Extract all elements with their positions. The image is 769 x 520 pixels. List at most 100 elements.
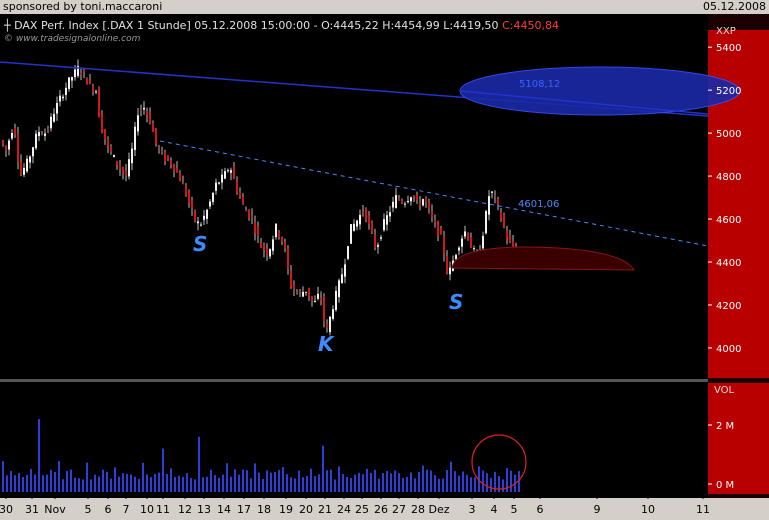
volume-bar: [30, 468, 32, 492]
candle-body: [116, 161, 118, 166]
candle-body: [503, 214, 505, 228]
date-tick-label: 11: [156, 503, 170, 516]
volume-bar: [470, 477, 472, 492]
candle-body: [218, 182, 220, 184]
candle-body: [293, 283, 295, 290]
candle-body: [419, 202, 421, 207]
volume-bar: [374, 469, 376, 492]
candle-body: [335, 290, 337, 310]
volume-bar: [302, 477, 304, 492]
candle-body: [224, 171, 226, 179]
pattern-label: S: [449, 290, 463, 314]
volume-bar: [110, 478, 112, 492]
panel-divider: [0, 379, 708, 382]
volume-bar: [106, 471, 108, 492]
candle-body: [305, 291, 307, 293]
price-chart[interactable]: 5108,12 4601,06 S K S XXP 4000 4200 4400 4600 480…: [0, 0, 769, 520]
candle-body: [500, 212, 502, 220]
volume-bar: [274, 472, 276, 492]
volume-tick-label: 0 M: [716, 480, 734, 491]
candle-body: [341, 274, 343, 284]
candle-body: [395, 195, 397, 208]
date-tick-label: 25: [355, 503, 369, 516]
volume-bar: [174, 477, 176, 492]
volume-bar: [238, 474, 240, 492]
candle-body: [161, 151, 163, 153]
candle-body: [80, 72, 82, 75]
volume-bar: [406, 476, 408, 492]
candle-body: [377, 244, 379, 247]
volume-bar: [38, 419, 40, 492]
candle-body: [188, 191, 190, 203]
candle-body: [275, 223, 277, 238]
candle-body: [422, 199, 424, 206]
candle-body: [434, 219, 436, 223]
candle-body: [110, 146, 112, 153]
date-tick-label: 5: [511, 503, 518, 516]
volume-bar: [338, 466, 340, 492]
pattern-label: K: [318, 332, 335, 356]
candle-body: [89, 80, 91, 84]
candle-body: [47, 128, 49, 130]
volume-bar: [466, 474, 468, 492]
volume-bar: [186, 473, 188, 492]
candle-body: [284, 242, 286, 249]
candle-body: [56, 102, 58, 114]
volume-bar: [50, 469, 52, 492]
date-tick-label: 9: [594, 503, 601, 516]
candle-body: [131, 148, 133, 164]
candle-body: [470, 237, 472, 248]
candle-body: [389, 212, 391, 217]
candle-body: [71, 77, 73, 81]
volume-bar: [242, 469, 244, 492]
candle-body: [8, 140, 10, 150]
candle-body: [407, 200, 409, 203]
candle-body: [68, 77, 70, 89]
candle-body: [278, 231, 280, 238]
candle-body: [182, 181, 184, 185]
candle-body: [113, 155, 115, 157]
dashed-value-label: 4601,06: [518, 199, 559, 210]
volume-bar: [210, 469, 212, 492]
candle-body: [428, 201, 430, 209]
volume-bar: [222, 474, 224, 492]
candle-body: [473, 248, 475, 250]
price-tick-label: 4400: [716, 258, 741, 269]
candle-body: [257, 225, 259, 237]
candle-body: [314, 301, 316, 303]
volume-bar: [330, 469, 332, 492]
candle-body: [323, 296, 325, 322]
candle-body: [260, 242, 262, 248]
volume-bar: [502, 479, 504, 492]
volume-bar: [150, 477, 152, 492]
candle-body: [149, 112, 151, 124]
candle-body: [425, 197, 427, 202]
candle-body: [230, 170, 232, 173]
volume-bar: [258, 472, 260, 492]
candle-body: [200, 224, 202, 226]
volume-bar: [454, 471, 456, 492]
candle-body: [440, 227, 442, 235]
candle-body: [365, 208, 367, 220]
candle-body: [482, 235, 484, 249]
volume-axis-bg: [708, 383, 769, 494]
volume-bar: [34, 474, 36, 492]
candle-body: [245, 209, 247, 212]
date-tick-label: 20: [299, 503, 313, 516]
candle-body: [233, 166, 235, 179]
volume-bar: [202, 477, 204, 492]
volume-bar: [54, 471, 56, 492]
volume-bar: [418, 471, 420, 492]
candle-body: [290, 270, 292, 287]
volume-bar: [206, 476, 208, 492]
date-tick-label: 10: [641, 503, 655, 516]
candle-body: [236, 179, 238, 193]
volume-bar: [126, 473, 128, 492]
candle-body: [299, 290, 301, 292]
candle-body: [392, 201, 394, 208]
volume-bar: [266, 470, 268, 492]
candle-body: [203, 215, 205, 220]
candle-body: [35, 133, 37, 149]
candle-body: [431, 211, 433, 217]
candle-body: [338, 280, 340, 298]
